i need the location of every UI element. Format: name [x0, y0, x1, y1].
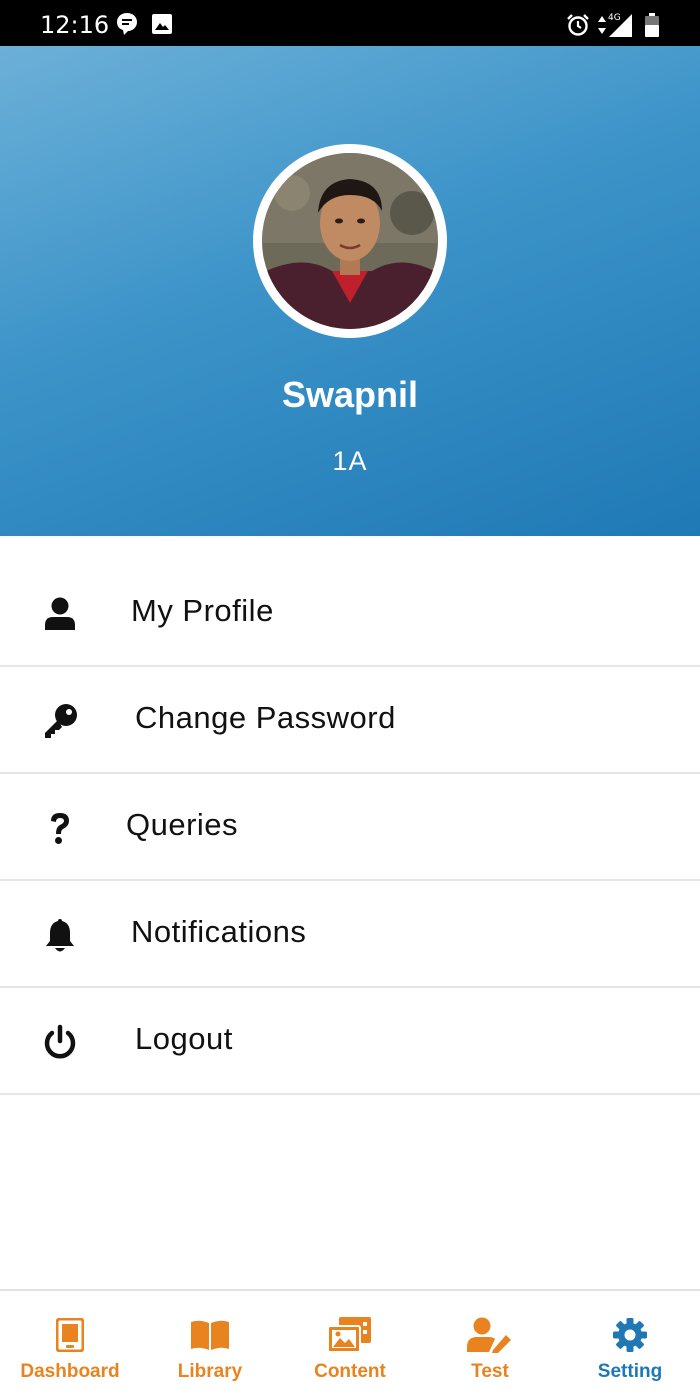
nav-item-setting[interactable]: Setting — [560, 1291, 700, 1400]
bottom-nav: Dashboard Library Content Test Setting — [0, 1289, 700, 1400]
menu-item-logout[interactable]: Logout — [0, 988, 700, 1095]
menu-label: Logout — [135, 1021, 233, 1056]
images-icon — [327, 1315, 373, 1355]
nav-item-test[interactable]: Test — [420, 1291, 560, 1400]
signal-4g-icon: 4G — [606, 10, 634, 43]
battery-icon — [645, 13, 659, 42]
person-icon — [40, 594, 80, 634]
alarm-icon — [566, 13, 590, 42]
menu-item-notifications[interactable]: Notifications — [0, 881, 700, 988]
key-icon — [40, 701, 80, 741]
menu-label: Notifications — [131, 914, 307, 949]
bell-icon — [40, 915, 80, 955]
avatar[interactable] — [262, 153, 438, 329]
settings-menu: My Profile Change Password Queries Notif… — [0, 560, 700, 1095]
question-icon — [40, 808, 80, 848]
nav-item-library[interactable]: Library — [140, 1291, 280, 1400]
power-icon — [40, 1022, 80, 1062]
status-bar: 12:16 4G — [0, 0, 700, 46]
tablet-icon — [47, 1315, 93, 1355]
user-class: 1A — [332, 446, 368, 476]
nav-label: Content — [314, 1361, 386, 1382]
user-edit-icon — [467, 1315, 513, 1355]
menu-item-change-password[interactable]: Change Password — [0, 667, 700, 774]
menu-item-my-profile[interactable]: My Profile — [0, 560, 700, 667]
image-notification-icon — [152, 14, 172, 39]
nav-label: Setting — [597, 1361, 663, 1382]
menu-label: My Profile — [131, 593, 274, 628]
status-time: 12:16 — [40, 11, 110, 39]
chat-notification-icon — [116, 12, 138, 41]
book-icon — [187, 1315, 233, 1355]
nav-label: Dashboard — [20, 1361, 120, 1382]
menu-label: Queries — [126, 807, 239, 842]
nav-label: Test — [471, 1361, 509, 1382]
menu-item-queries[interactable]: Queries — [0, 774, 700, 881]
gear-icon — [607, 1315, 653, 1355]
nav-item-dashboard[interactable]: Dashboard — [0, 1291, 140, 1400]
nav-item-content[interactable]: Content — [280, 1291, 420, 1400]
svg-text:4G: 4G — [608, 13, 621, 23]
user-name: Swapnil — [281, 374, 419, 415]
nav-label: Library — [177, 1361, 243, 1382]
profile-header: Swapnil 1A — [0, 46, 700, 536]
menu-label: Change Password — [135, 700, 396, 735]
